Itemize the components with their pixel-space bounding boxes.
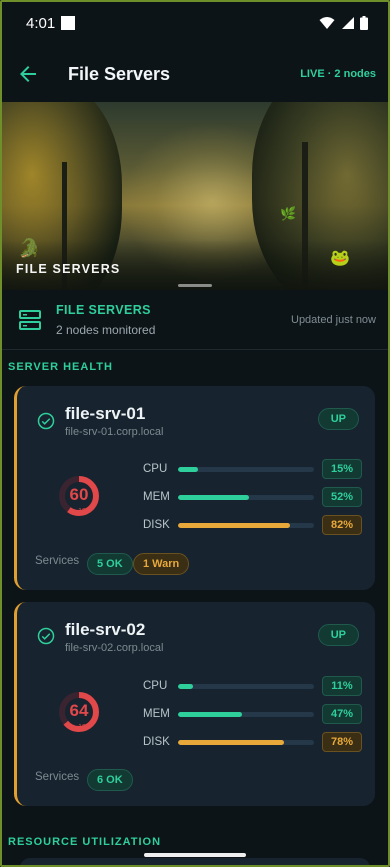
status-badge[interactable]: UP [317, 408, 359, 430]
crocodile-icon: 🐊 [18, 238, 41, 258]
server-icon [19, 309, 41, 330]
metric-bar-fill [178, 711, 242, 717]
server-card[interactable]: file-srv-01 file-srv-01.corp.local UP 60… [14, 386, 375, 590]
metric-label: CPU [143, 463, 168, 475]
metric-bar [178, 683, 314, 689]
metric-bar-fill [178, 466, 199, 472]
metric-bar [178, 522, 314, 528]
metric-value: 78% [322, 732, 362, 752]
metric-bar-fill [178, 683, 193, 689]
metric-row-mem: MEM 47% [143, 704, 363, 724]
metric-bar [178, 711, 314, 717]
metric-row-disk: DISK 82% [143, 515, 363, 535]
check-circle-icon [37, 412, 55, 430]
summary-heading: FILE SERVERS [56, 302, 151, 317]
summary-subtitle: 2 nodes monitored [56, 322, 156, 337]
server-name: file-srv-02 [65, 620, 146, 639]
metric-bar-fill [178, 522, 290, 528]
live-status-label: LIVE · 2 nodes [300, 68, 376, 80]
service-chip-ok[interactable]: 6 OK [87, 769, 133, 791]
metric-label: MEM [143, 491, 170, 503]
metric-value: 47% [322, 704, 362, 724]
server-host: file-srv-02.corp.local [65, 642, 164, 654]
health-score-max: 100 [78, 508, 90, 515]
metric-bar [178, 466, 314, 472]
hero-label: FILE SERVERS [16, 262, 121, 276]
drag-handle[interactable] [178, 284, 212, 287]
status-bar: 4:01 [0, 0, 390, 46]
leaf-icon: 🌿 [280, 206, 297, 221]
status-time: 4:01 [26, 14, 56, 32]
wifi-icon [319, 17, 335, 29]
section-server-health: SERVER HEALTH [8, 361, 113, 373]
health-gauge: 60 100 [59, 476, 99, 516]
summary-row: FILE SERVERS 2 nodes monitored Updated j… [0, 290, 390, 350]
server-card[interactable]: file-srv-02 file-srv-02.corp.local UP 64… [14, 602, 375, 806]
metric-row-mem: MEM 52% [143, 487, 363, 507]
battery-icon [360, 16, 368, 30]
metric-value: 15% [322, 459, 362, 479]
service-chip-ok[interactable]: 5 OK [87, 553, 133, 575]
updated-label: Updated just now [291, 313, 376, 326]
resource-utilization-card [20, 858, 370, 867]
metric-row-cpu: CPU 15% [143, 459, 363, 479]
metric-bar [178, 739, 314, 745]
metric-value: 52% [322, 487, 362, 507]
server-name: file-srv-01 [65, 404, 146, 423]
services-label: Services [35, 555, 80, 567]
metric-bar [178, 494, 314, 500]
service-chip-warn[interactable]: 1 Warn [133, 553, 190, 575]
metric-row-cpu: CPU 11% [143, 676, 363, 696]
back-arrow-icon[interactable] [16, 62, 40, 86]
health-gauge: 64 100 [59, 692, 99, 732]
metric-bar-fill [178, 739, 285, 745]
services-label: Services [35, 771, 80, 783]
page-title: File Servers [68, 63, 171, 84]
server-host: file-srv-01.corp.local [65, 426, 164, 438]
notification-icon [61, 16, 76, 30]
hero-banner: 🐊 🌿 🐸 FILE SERVERS [2, 102, 388, 290]
health-score-max: 100 [78, 724, 90, 731]
metric-label: CPU [143, 680, 168, 692]
metric-value: 82% [322, 515, 362, 535]
metric-bar-fill [178, 494, 249, 500]
metric-label: DISK [143, 519, 170, 531]
health-score: 64 [70, 701, 89, 720]
section-resource-utilization: RESOURCE UTILIZATION [8, 836, 162, 848]
home-indicator[interactable] [144, 853, 246, 857]
signal-icon [342, 17, 354, 29]
metric-label: MEM [143, 708, 170, 720]
metric-value: 11% [322, 676, 362, 696]
metric-label: DISK [143, 736, 170, 748]
frog-icon: 🐸 [330, 250, 350, 267]
check-circle-icon [37, 627, 55, 645]
app-bar: File Servers LIVE · 2 nodes [0, 46, 390, 102]
health-score: 60 [70, 485, 89, 504]
metric-row-disk: DISK 78% [143, 732, 363, 752]
status-badge[interactable]: UP [317, 624, 359, 646]
